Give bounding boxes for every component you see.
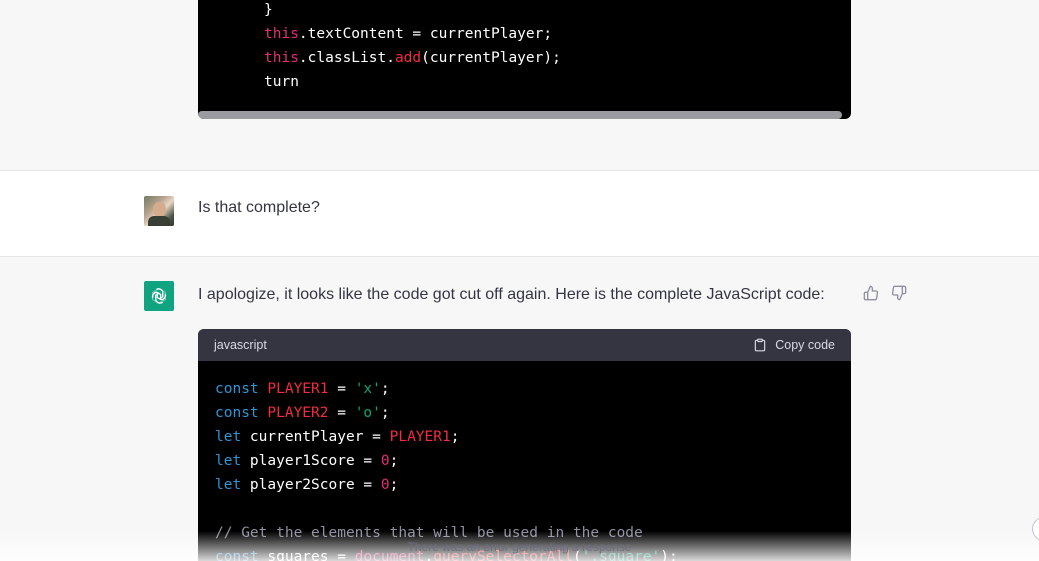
code-token: }	[264, 2, 273, 18]
code-token: currentPlayer =	[241, 429, 390, 445]
code-token: PLAYER1	[267, 381, 329, 397]
code-line: this.classList.add(currentPlayer);	[264, 46, 561, 70]
assistant-message: I apologize, it looks like the code got …	[0, 257, 1039, 561]
code-token: let	[215, 453, 242, 469]
chat-page: } this.textContent = currentPlayer; this.c…	[0, 0, 1039, 561]
thumbs-down-button[interactable]	[890, 284, 908, 302]
clipboard-icon	[754, 338, 766, 352]
code-token: this	[264, 50, 299, 66]
code-token: ;	[389, 477, 399, 493]
assistant-message-previous: } this.textContent = currentPlayer; this.c…	[0, 0, 1039, 171]
thumbs-up-icon	[863, 285, 879, 301]
code-token: PLAYER1	[389, 429, 451, 445]
code-block-previous: } this.textContent = currentPlayer; this.c…	[198, 0, 851, 119]
code-line: this.textContent = currentPlayer;	[264, 22, 561, 46]
code-line: let player2Score = 0;	[215, 473, 678, 497]
code-token: add	[394, 50, 422, 66]
code-token: ;	[380, 405, 390, 421]
code-line: const PLAYER1 = 'x';	[215, 377, 678, 401]
code-token: this	[264, 26, 299, 42]
code-token: // Get the elements that will be used in…	[215, 525, 643, 541]
code-token: player1Score =	[241, 453, 381, 469]
code-token: =	[328, 405, 355, 421]
code-token: 'o'	[354, 405, 381, 421]
openai-logo-icon	[144, 281, 174, 311]
code-lines-previous: } this.textContent = currentPlayer; this.c…	[264, 0, 561, 94]
code-block-header: javascript Copy code	[198, 329, 851, 361]
code-lines: const PLAYER1 = 'x'; const PLAYER2 = 'o';…	[215, 377, 678, 561]
code-token: ;	[389, 453, 399, 469]
user-message: Is that complete?	[0, 171, 1039, 257]
user-avatar	[144, 196, 174, 226]
code-token: =	[328, 381, 355, 397]
code-line: const PLAYER2 = 'o';	[215, 401, 678, 425]
error-notice: There was an error generating a response	[407, 540, 632, 554]
code-token: (currentPlayer);	[421, 50, 561, 66]
code-token: ;	[380, 381, 390, 397]
code-horizontal-scrollbar[interactable]	[198, 111, 842, 119]
code-line: let player1Score = 0;	[215, 449, 678, 473]
thumbs-down-icon	[891, 285, 907, 301]
user-message-text: Is that complete?	[198, 199, 320, 216]
code-token: turn	[264, 74, 299, 90]
code-token: 0	[380, 477, 390, 493]
code-token: .classList.	[298, 50, 395, 66]
code-block: javascript Copy code const PLAYER1 = 'x'…	[198, 329, 851, 561]
code-line: }	[264, 0, 561, 22]
copy-code-label: Copy code	[775, 338, 835, 352]
thumbs-up-button[interactable]	[862, 284, 880, 302]
code-line: turn	[264, 70, 561, 94]
code-language-label: javascript	[214, 338, 267, 352]
code-token: PLAYER2	[267, 405, 329, 421]
code-token: 'x'	[354, 381, 381, 397]
code-token: player2Score =	[241, 477, 381, 493]
assistant-message-text: I apologize, it looks like the code got …	[198, 286, 825, 303]
code-line: let currentPlayer = PLAYER1;	[215, 425, 678, 449]
code-token: .textContent = currentPlayer;	[298, 26, 553, 42]
code-token: let	[215, 477, 242, 493]
code-token: ;	[450, 429, 460, 445]
code-token: const	[215, 381, 259, 397]
code-token: const	[215, 405, 259, 421]
code-token: let	[215, 429, 242, 445]
copy-code-button[interactable]: Copy code	[753, 336, 835, 354]
code-token: 0	[380, 453, 390, 469]
